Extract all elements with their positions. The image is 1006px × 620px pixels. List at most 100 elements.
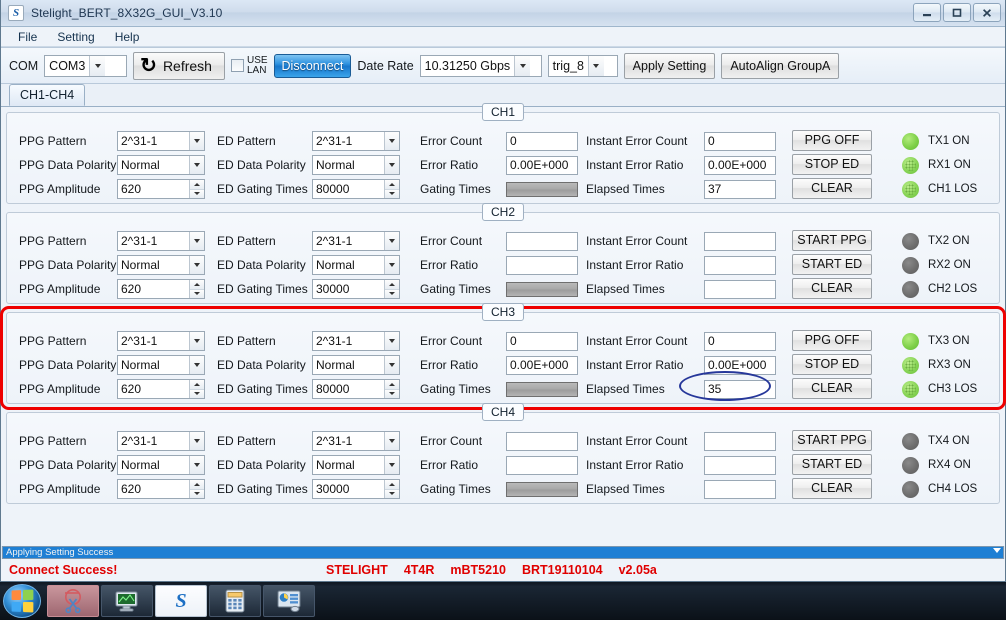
led-indicator-group: RX4 ON [902,456,971,474]
start-button-icon[interactable] [3,584,41,618]
status-progress-bar[interactable]: Applying Setting Success [2,546,1004,559]
ed-pattern-select[interactable]: 2^31-1 [312,231,400,251]
ppg-pattern-select[interactable]: 2^31-1 [117,231,205,251]
menu-item-file[interactable]: File [9,28,46,46]
action-button-clear[interactable]: CLEAR [792,377,872,399]
autoalign-groupa-button[interactable]: AutoAlign GroupA [721,52,840,79]
elapsed-times-field[interactable] [704,479,776,499]
error-ratio-field[interactable] [506,455,578,475]
taskbar-item-control-panel[interactable] [263,585,315,617]
spinner-down-icon[interactable] [385,188,399,198]
spinner-down-icon[interactable] [385,288,399,298]
instant-error-count-field[interactable] [704,431,776,451]
title-bar[interactable]: S Stelight_BERT_8X32G_GUI_V3.10 [1,0,1005,27]
spinner-up-icon[interactable] [385,380,399,389]
ed-data-polarity-select[interactable]: Normal [312,355,400,375]
taskbar-item-calculator[interactable] [209,585,261,617]
maximize-button[interactable] [943,3,971,22]
ppg-data-polarity-select[interactable]: Normal [117,355,205,375]
action-button-clear[interactable]: CLEAR [792,277,872,299]
spinner-up-icon[interactable] [385,280,399,289]
error-count-field[interactable]: 0 [506,331,578,351]
instant-error-ratio-field[interactable]: 0.00E+000 [704,155,776,175]
spinner-up-icon[interactable] [190,480,204,489]
instant-error-ratio-field[interactable] [704,255,776,275]
ppg-amplitude-stepper[interactable]: 620 [117,279,205,299]
ed-data-polarity-select[interactable]: Normal [312,255,400,275]
ppg-pattern-select[interactable]: 2^31-1 [117,431,205,451]
spinner-down-icon[interactable] [190,188,204,198]
date-rate-select[interactable]: 10.31250 Gbps [419,54,542,77]
ed-data-polarity-select[interactable]: Normal [312,155,400,175]
action-button-start-ppg[interactable]: START PPG [792,429,872,451]
spinner-up-icon[interactable] [385,480,399,489]
elapsed-times-field[interactable] [704,279,776,299]
instant-error-count-field[interactable]: 0 [704,331,776,351]
elapsed-times-field[interactable]: 37 [704,179,776,199]
instant-error-count-field[interactable] [704,231,776,251]
action-button-clear[interactable]: CLEAR [792,477,872,499]
taskbar-item-display[interactable] [101,585,153,617]
error-ratio-field[interactable] [506,255,578,275]
ppg-amplitude-stepper[interactable]: 620 [117,479,205,499]
error-count-field[interactable] [506,431,578,451]
ppg-data-polarity-select[interactable]: Normal [117,255,205,275]
ppg-data-polarity-select[interactable]: Normal [117,455,205,475]
error-ratio-field[interactable]: 0.00E+000 [506,355,578,375]
spinner-up-icon[interactable] [190,280,204,289]
menu-bar: File Setting Help [1,27,1005,47]
refresh-button[interactable]: ↻ Refresh [133,51,225,80]
error-count-field[interactable]: 0 [506,131,578,151]
action-button-start-ed[interactable]: START ED [792,453,872,475]
elapsed-times-field[interactable]: 35 [704,379,776,399]
spinner-up-icon[interactable] [190,180,204,189]
ed-pattern-select[interactable]: 2^31-1 [312,431,400,451]
apply-setting-button[interactable]: Apply Setting [623,52,716,79]
ed-gating-times-stepper[interactable]: 80000 [312,179,400,199]
instant-error-ratio-field[interactable]: 0.00E+000 [704,355,776,375]
ed-pattern-select[interactable]: 2^31-1 [312,331,400,351]
tab-ch1-ch4[interactable]: CH1-CH4 [9,84,86,106]
footer-info: Connect Success! STELIGHT 4T4R mBT5210 B… [1,559,1005,581]
error-ratio-field[interactable]: 0.00E+000 [506,155,578,175]
disconnect-button[interactable]: Disconnect [273,53,352,78]
taskbar-item-snipping-tool[interactable] [47,585,99,617]
ppg-pattern-select[interactable]: 2^31-1 [117,131,205,151]
spinner-down-icon[interactable] [190,288,204,298]
menu-item-setting[interactable]: Setting [48,28,103,46]
ppg-amplitude-stepper[interactable]: 620 [117,379,205,399]
action-button-stop-ed[interactable]: STOP ED [792,153,872,175]
action-button-ppg-off[interactable]: PPG OFF [792,329,872,351]
checkbox-icon[interactable] [230,59,244,72]
trigger-select[interactable]: trig_8 [547,54,618,77]
spinner-down-icon[interactable] [190,388,204,398]
action-button-start-ppg[interactable]: START PPG [792,229,872,251]
spinner-down-icon[interactable] [385,488,399,498]
error-count-field[interactable] [506,231,578,251]
minimize-button[interactable] [913,3,941,22]
ed-gating-times-stepper[interactable]: 30000 [312,279,400,299]
spinner-up-icon[interactable] [190,380,204,389]
ed-data-polarity-select[interactable]: Normal [312,455,400,475]
ed-pattern-select[interactable]: 2^31-1 [312,131,400,151]
use-lan-checkbox[interactable]: USE LAN [230,55,268,76]
instant-error-ratio-field[interactable] [704,455,776,475]
spinner-down-icon[interactable] [385,388,399,398]
taskbar-item-stelight-app[interactable]: S [155,585,207,617]
com-port-select[interactable]: COM3 [44,54,128,77]
ppg-pattern-select[interactable]: 2^31-1 [117,331,205,351]
spinner-down-icon[interactable] [190,488,204,498]
ed-gating-times-stepper[interactable]: 80000 [312,379,400,399]
action-button-start-ed[interactable]: START ED [792,253,872,275]
menu-item-help[interactable]: Help [106,28,149,46]
ppg-amplitude-stepper[interactable]: 620 [117,179,205,199]
ed-gating-times-stepper[interactable]: 30000 [312,479,400,499]
action-button-ppg-off[interactable]: PPG OFF [792,129,872,151]
action-button-clear[interactable]: CLEAR [792,177,872,199]
chevron-up-icon[interactable] [993,548,1001,553]
action-button-stop-ed[interactable]: STOP ED [792,353,872,375]
spinner-up-icon[interactable] [385,180,399,189]
ppg-data-polarity-select[interactable]: Normal [117,155,205,175]
close-button[interactable] [973,3,1001,22]
instant-error-count-field[interactable]: 0 [704,131,776,151]
